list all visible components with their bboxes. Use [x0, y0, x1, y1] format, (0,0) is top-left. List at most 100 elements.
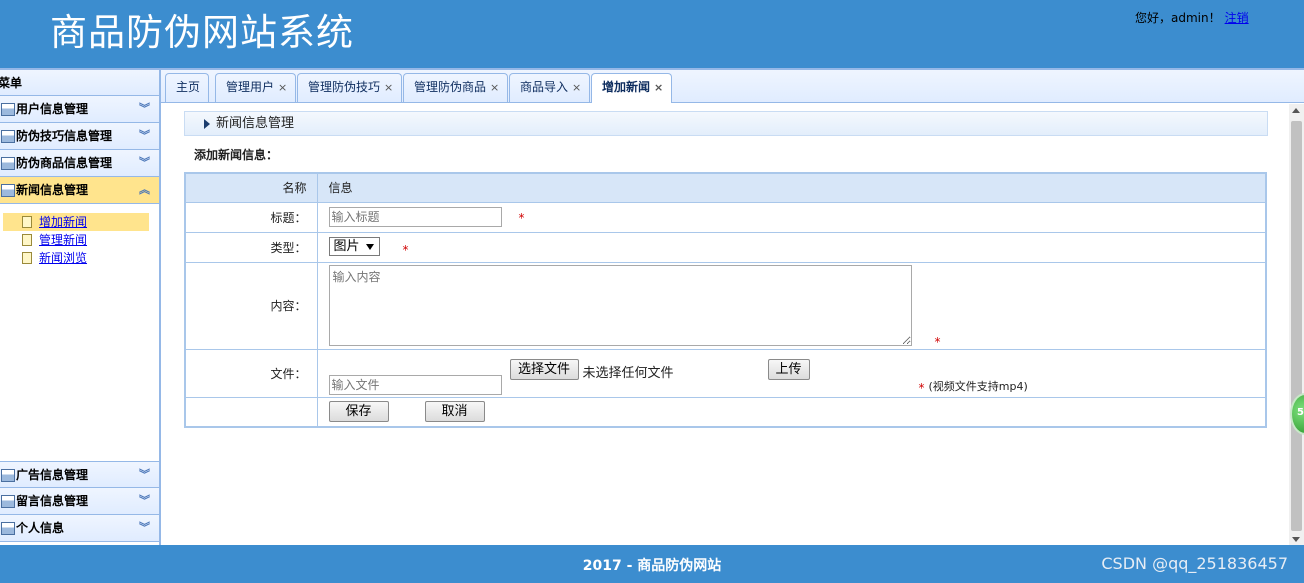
tab-label: 管理防伪商品 — [414, 80, 487, 94]
expand-chevron-icon[interactable]: ︾ — [139, 96, 150, 122]
panel-header[interactable]: 新闻信息管理 — [184, 111, 1268, 136]
close-icon[interactable]: × — [384, 81, 393, 94]
no-file-chosen-text: 未选择任何文件 — [582, 365, 674, 381]
close-icon[interactable]: × — [572, 81, 581, 94]
sidebar-section-label: 防伪技巧信息管理 — [16, 129, 113, 143]
required-mark: * — [918, 380, 925, 395]
scroll-thumb[interactable] — [1291, 121, 1302, 531]
app-title: 商品防伪网站系统 — [50, 11, 354, 54]
sidebar-section-anticounterfeit-products[interactable]: 防伪商品信息管理 ︾ — [0, 150, 159, 177]
cancel-button[interactable]: 取消 — [424, 400, 485, 422]
title-input[interactable] — [328, 206, 502, 227]
expand-chevron-icon[interactable]: ︾ — [139, 150, 150, 176]
required-mark: * — [934, 334, 941, 349]
greeting-text: 您好，admin！ — [1135, 11, 1221, 25]
file-hint: (视频文件支持mp4) — [928, 379, 1028, 393]
panel-icon — [1, 522, 15, 535]
form-title: 添加新闻信息： — [194, 148, 279, 162]
panel-icon — [1, 469, 15, 482]
logout-link[interactable]: 注销 — [1225, 11, 1249, 25]
close-icon[interactable]: × — [490, 81, 499, 94]
app-header: 商品防伪网站系统 您好，admin！ 注销 — [0, 0, 1304, 68]
submenu-link[interactable]: 增加新闻 — [39, 215, 87, 229]
tab-product-import[interactable]: 商品导入 × — [509, 73, 591, 102]
choose-file-button[interactable]: 选择文件 — [509, 358, 579, 380]
news-form-table: 名称 信息 标题： * 类型： 图片 * — [184, 172, 1267, 428]
sidebar-section-news[interactable]: 新闻信息管理 ︽ — [0, 177, 159, 204]
upload-button[interactable]: 上传 — [767, 358, 810, 380]
expand-chevron-icon[interactable]: ︾ — [139, 123, 150, 149]
file-cell: 选择文件 未选择任何文件 上传 * (视频文件支持mp4) — [316, 348, 1267, 398]
scroll-down-icon[interactable] — [1292, 537, 1300, 542]
document-icon — [22, 216, 32, 228]
close-icon[interactable]: × — [654, 81, 663, 94]
panel-icon — [1, 103, 15, 116]
panel-title: 新闻信息管理 — [216, 116, 295, 131]
file-input[interactable] — [328, 374, 502, 395]
document-icon — [22, 234, 32, 246]
sidebar-section-label: 留言信息管理 — [16, 494, 89, 508]
scroll-up-icon[interactable] — [1292, 108, 1300, 113]
form-row-content: 内容： * — [184, 261, 1267, 350]
close-icon[interactable]: × — [278, 81, 287, 94]
panel-icon — [1, 157, 15, 170]
type-label: 类型： — [184, 231, 318, 263]
column-header-name: 名称 — [184, 172, 318, 203]
tab-manage-products[interactable]: 管理防伪商品 × — [403, 73, 509, 102]
title-label: 标题： — [184, 201, 318, 233]
tab-label: 增加新闻 — [602, 80, 651, 94]
expand-chevron-icon[interactable]: ︾ — [139, 488, 150, 514]
tab-label: 主页 — [176, 80, 201, 94]
floating-badge-text: 5 — [1297, 407, 1304, 418]
expand-chevron-icon[interactable]: ︾ — [139, 515, 150, 541]
table-header-row: 名称 信息 — [184, 172, 1267, 203]
submenu-item-add-news[interactable]: 增加新闻 — [3, 213, 149, 231]
expand-arrow-icon — [204, 119, 210, 129]
submenu-item-manage-news[interactable]: 管理新闻 — [3, 231, 149, 249]
sidebar-section-anticounterfeit-tips[interactable]: 防伪技巧信息管理 ︾ — [0, 123, 159, 150]
expand-chevron-icon[interactable]: ︾ — [139, 462, 150, 488]
tab-content: 新闻信息管理 添加新闻信息： 名称 信息 标题： * 类型： 图片 — [161, 104, 1289, 547]
tab-home[interactable]: 主页 — [165, 73, 210, 102]
content-textarea[interactable] — [328, 264, 912, 346]
sidebar: 菜单 用户信息管理 ︾ 防伪技巧信息管理 ︾ 防伪商品信息管理 ︾ 新闻信息管理… — [0, 68, 161, 545]
tab-manage-tips[interactable]: 管理防伪技巧 × — [297, 73, 403, 102]
column-header-info: 信息 — [316, 172, 1267, 203]
tab-label: 商品导入 — [520, 80, 569, 94]
document-icon — [22, 252, 32, 264]
type-select[interactable]: 图片 — [328, 236, 380, 256]
form-row-title: 标题： * — [184, 201, 1267, 233]
content-label: 内容： — [184, 261, 318, 350]
tab-bar: 主页 管理用户 × 管理防伪技巧 × 管理防伪商品 × 商品导入 × 增加新闻 × — [161, 70, 1304, 103]
type-cell: 图片 * — [316, 231, 1267, 263]
collapse-chevron-icon[interactable]: ︽ — [139, 177, 150, 203]
form-row-type: 类型： 图片 * — [184, 231, 1267, 263]
sidebar-section-messages[interactable]: 留言信息管理 ︾ — [0, 488, 159, 515]
sidebar-section-label: 用户信息管理 — [16, 102, 89, 116]
required-mark: * — [402, 242, 409, 257]
content-cell: * — [316, 261, 1267, 350]
panel-icon — [1, 130, 15, 143]
save-button[interactable]: 保存 — [328, 400, 389, 422]
submenu-link[interactable]: 新闻浏览 — [39, 251, 87, 265]
tab-manage-users[interactable]: 管理用户 × — [215, 73, 297, 102]
sidebar-section-label: 广告信息管理 — [16, 468, 89, 482]
tab-label: 管理用户 — [226, 80, 275, 94]
actions-label-cell — [184, 396, 318, 428]
submenu-link[interactable]: 管理新闻 — [39, 233, 87, 247]
news-submenu: 增加新闻 管理新闻 新闻浏览 — [0, 204, 159, 461]
sidebar-title: 菜单 — [0, 70, 159, 96]
panel-icon — [1, 184, 15, 197]
tab-add-news[interactable]: 增加新闻 × — [591, 73, 673, 103]
sidebar-section-ads[interactable]: 广告信息管理 ︾ — [0, 461, 159, 488]
user-greeting: 您好，admin！ 注销 — [1135, 9, 1249, 26]
sidebar-section-profile[interactable]: 个人信息 ︾ — [0, 515, 159, 542]
sidebar-section-user-info[interactable]: 用户信息管理 ︾ — [0, 96, 159, 123]
sidebar-section-label: 防伪商品信息管理 — [16, 156, 113, 170]
form-row-file: 文件： 选择文件 未选择任何文件 上传 * (视频文件支持mp4) — [184, 348, 1267, 398]
sidebar-section-label: 新闻信息管理 — [16, 183, 89, 197]
footer: 2017 - 商品防伪网站 CSDN @qq_251836457 — [0, 545, 1304, 583]
submenu-item-browse-news[interactable]: 新闻浏览 — [3, 249, 149, 267]
vertical-scrollbar[interactable] — [1289, 104, 1304, 547]
title-cell: * — [316, 201, 1267, 233]
